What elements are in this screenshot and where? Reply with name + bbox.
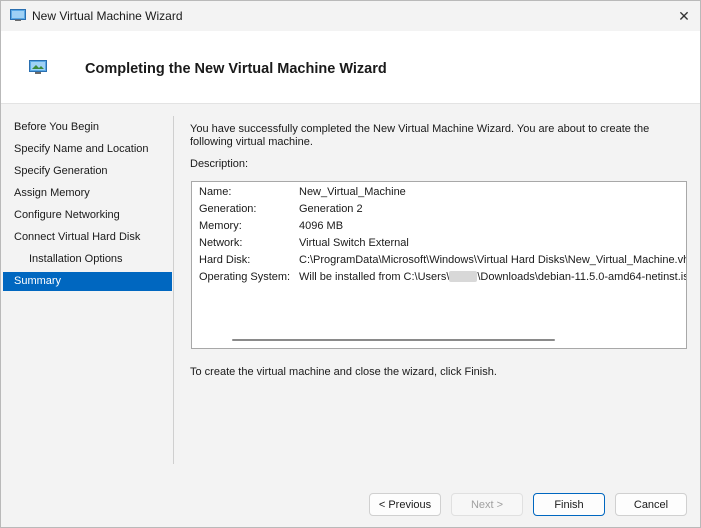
next-button[interactable]: Next > [451, 493, 523, 516]
nav-configure-networking[interactable]: Configure Networking [3, 206, 172, 225]
description-key: Name: [199, 186, 232, 198]
nav-specify-name-and-location[interactable]: Specify Name and Location [3, 140, 172, 159]
wizard-window: New Virtual Machine Wizard ✕ Completing … [0, 0, 701, 528]
description-label: Description: [190, 158, 249, 170]
intro-text: You have successfully completed the New … [190, 123, 650, 148]
sidebar-divider [173, 116, 174, 464]
nav-assign-memory[interactable]: Assign Memory [3, 184, 172, 203]
wizard-header: Completing the New Virtual Machine Wizar… [1, 31, 700, 104]
previous-button[interactable]: < Previous [369, 493, 441, 516]
description-key: Hard Disk: [199, 254, 251, 266]
virtual-machine-icon [10, 9, 26, 21]
wizard-steps-nav: Before You Begin Specify Name and Locati… [1, 104, 173, 464]
os-path-prefix: Will be installed from C:\Users\ [299, 271, 450, 283]
description-key: Network: [199, 237, 243, 249]
nav-installation-options[interactable]: Installation Options [3, 250, 172, 269]
description-value: Generation 2 [299, 203, 363, 215]
finish-note: To create the virtual machine and close … [190, 366, 497, 378]
description-box[interactable]: Name: New_Virtual_Machine Generation: Ge… [191, 181, 687, 349]
nav-before-you-begin[interactable]: Before You Begin [3, 118, 172, 137]
nav-connect-virtual-hard-disk[interactable]: Connect Virtual Hard Disk [3, 228, 172, 247]
os-path-suffix: \Downloads\debian-11.5.0-amd64-netinst.i… [477, 271, 687, 283]
description-value: C:\ProgramData\Microsoft\Windows\Virtual… [299, 254, 687, 266]
close-button[interactable]: ✕ [668, 1, 700, 31]
wizard-body: Before You Begin Specify Name and Locati… [1, 104, 700, 527]
horizontal-scrollbar[interactable] [232, 339, 555, 341]
description-key: Operating System: [199, 271, 291, 283]
cancel-button[interactable]: Cancel [615, 493, 687, 516]
page-title: Completing the New Virtual Machine Wizar… [85, 61, 387, 77]
finish-button[interactable]: Finish [533, 493, 605, 516]
close-icon: ✕ [678, 7, 690, 24]
nav-summary[interactable]: Summary [3, 272, 172, 291]
redacted-username [449, 271, 478, 282]
description-value: 4096 MB [299, 220, 344, 232]
description-value: Virtual Switch External [299, 237, 409, 249]
description-value: Will be installed from C:\Users\ \Downloa… [299, 269, 687, 286]
title-bar: New Virtual Machine Wizard ✕ [1, 1, 700, 31]
description-value: New_Virtual_Machine [299, 186, 406, 198]
virtual-machine-icon [29, 60, 47, 74]
description-key: Memory: [199, 220, 242, 232]
description-key: Generation: [199, 203, 257, 215]
window-title: New Virtual Machine Wizard [32, 9, 183, 23]
nav-specify-generation[interactable]: Specify Generation [3, 162, 172, 181]
